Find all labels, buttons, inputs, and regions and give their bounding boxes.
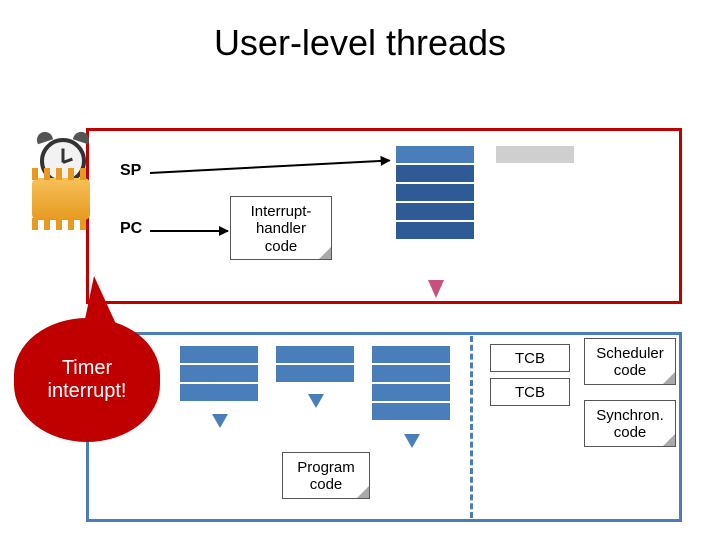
interrupt-handler-code-label: Interrupt- handler code — [239, 203, 323, 255]
user-stack-2 — [276, 346, 354, 384]
user-stack-1 — [180, 346, 258, 403]
sp-label: SP — [120, 162, 141, 180]
diagram-title: User-level threads — [0, 22, 720, 64]
kernel-space-box — [86, 128, 682, 304]
user-box-divider — [470, 336, 473, 518]
program-code-label: Program code — [291, 459, 361, 494]
cpu-clock-icon — [26, 138, 106, 228]
synchron-code-note: Synchron. code — [584, 400, 676, 447]
timer-interrupt-text: Timer interrupt! — [48, 357, 127, 403]
scheduler-code-note: Scheduler code — [584, 338, 676, 385]
tcb-2: TCB — [490, 378, 570, 406]
user-stack-3 — [372, 346, 450, 422]
pc-label: PC — [120, 220, 142, 238]
program-code-note: Program code — [282, 452, 370, 499]
tcb-1: TCB — [490, 344, 570, 372]
timer-interrupt-balloon: Timer interrupt! — [14, 318, 160, 442]
synchron-code-label: Synchron. code — [593, 407, 667, 442]
scheduler-code-label: Scheduler code — [593, 345, 667, 380]
kernel-stack-2 — [496, 146, 574, 165]
interrupt-handler-code-note: Interrupt- handler code — [230, 196, 332, 260]
kernel-stack-1 — [396, 146, 474, 241]
